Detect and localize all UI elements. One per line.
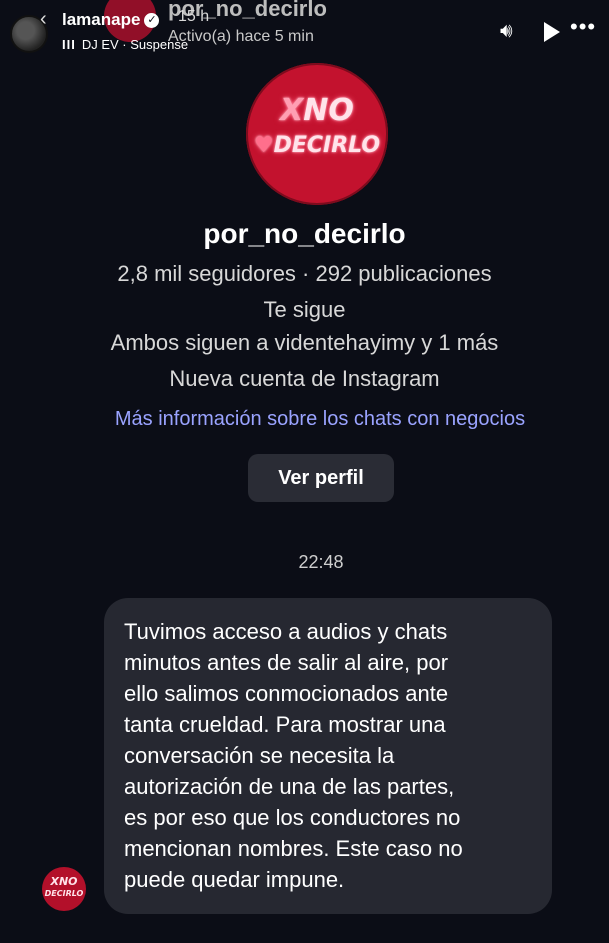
play-icon[interactable] [544,22,560,42]
music-icon: III [62,37,76,52]
sender-avatar-bottom: DECIRLO [44,889,84,898]
music-label: DJ EV · Suspense [81,37,189,52]
sound-icon[interactable]: 🔊︎ [500,20,513,43]
message-line: autorización de una de las partes, [124,774,455,799]
logo-bottom-text: ♥DECIRLO [253,133,381,158]
story-username[interactable]: lamanape [62,10,140,29]
chat-header-status: Activo(a) hace 5 min [168,28,314,45]
back-arrow-icon[interactable]: ‹ [40,8,47,31]
sender-avatar[interactable]: XNO DECIRLO [42,867,86,911]
heart-icon: ♥ [253,133,274,158]
message-line: mencionan nombres. Este caso no [124,836,463,861]
business-chats-link[interactable]: Más información sobre los chats con nego… [0,408,609,431]
profile-name: por_no_decirlo [203,218,406,249]
message-line: Tuvimos acceso a audios y chats [124,619,448,644]
logo-top-text: XNO [280,93,354,128]
dm-screen: por_no_decirlo Activo(a) hace 5 min ‹ la… [0,0,609,943]
profile-logo[interactable]: XNO ♥DECIRLO [246,63,388,205]
message-line: minutos antes de salir al aire, por [124,650,449,675]
more-icon[interactable]: ••• [570,14,596,40]
message-line: ello salimos conmocionados ante [124,681,449,706]
follows-you: Te sigue [263,297,346,322]
view-profile-button[interactable]: Ver perfil [248,454,394,502]
verified-badge-icon: ✓ [144,13,160,28]
new-account-note: Nueva cuenta de Instagram [169,366,440,391]
mutual-followers: Ambos siguen a videntehayimy y 1 más [110,330,499,355]
profile-stats: 2,8 mil seguidores · 292 publicaciones [117,261,492,286]
story-music[interactable]: III DJ EV · Suspense [62,37,188,52]
message-line: conversación se necesita la [124,743,395,768]
message-timestamp: 22:48 [298,552,344,572]
sender-avatar-top: XNO [50,875,78,888]
message-text: Tuvimos acceso a audios y chats minutos … [124,616,532,895]
message-line: puede quedar impune. [124,867,345,892]
story-header: por_no_decirlo Activo(a) hace 5 min ‹ la… [0,0,609,60]
message-bubble[interactable]: Tuvimos acceso a audios y chats minutos … [104,598,552,914]
story-username-row[interactable]: lamanape ✓ [62,10,160,30]
story-time: 15 h [178,8,210,25]
message-line: tanta crueldad. Para mostrar una [124,712,446,737]
message-line: es por eso que los conductores no [124,805,461,830]
